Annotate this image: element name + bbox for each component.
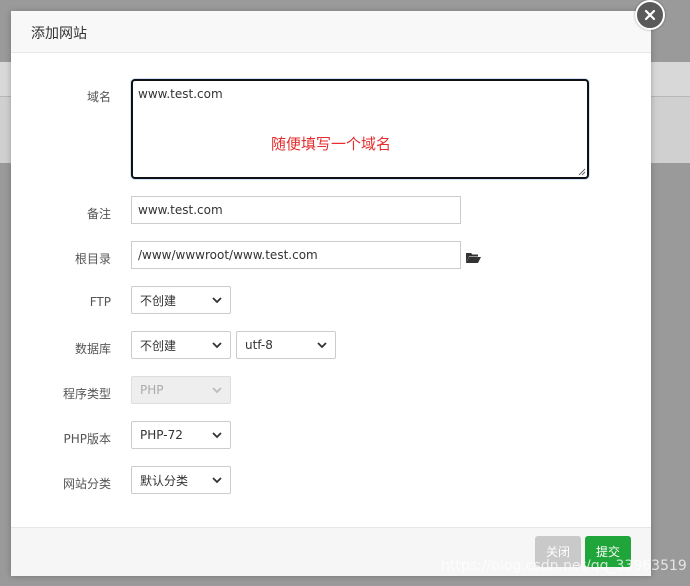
charset-selected: utf-8 [245, 338, 273, 352]
site-category-label: 网站分类 [62, 477, 111, 491]
remark-label: 备注 [86, 207, 111, 221]
charset-select[interactable]: utf-8 [236, 331, 336, 359]
program-type-selected: PHP [140, 383, 164, 397]
database-label: 数据库 [74, 342, 111, 356]
chevron-down-icon [212, 387, 222, 394]
dialog-title: 添加网站 [31, 26, 87, 42]
chevron-down-icon [212, 477, 222, 484]
php-version-select[interactable]: PHP-72 [131, 421, 231, 449]
chevron-down-icon [212, 297, 222, 304]
php-version-selected: PHP-72 [140, 428, 183, 442]
site-category-select[interactable]: 默认分类 [131, 466, 231, 494]
database-selected: 不创建 [140, 338, 177, 353]
watermark-text: https://blog.csdn.net/qq_33963519 [441, 558, 687, 574]
program-type-select: PHP [131, 376, 231, 404]
close-icon-glyph [644, 9, 656, 21]
program-type-label: 程序类型 [62, 387, 111, 401]
domain-label: 域名 [86, 90, 111, 104]
root-dir-value: /www/wwwroot/www.test.com [138, 248, 318, 262]
root-dir-input[interactable]: /www/wwwroot/www.test.com [131, 241, 461, 269]
chevron-down-icon [212, 432, 222, 439]
domain-value: www.test.com [138, 87, 223, 101]
chevron-down-icon [317, 342, 327, 349]
database-select[interactable]: 不创建 [131, 331, 231, 359]
remark-input[interactable]: www.test.com [131, 196, 461, 224]
domain-hint-annotation: 随便填写一个域名 [271, 135, 392, 153]
add-site-dialog: 添加网站 域名 www.test.com 随便填写一个域名 备注 www.tes… [11, 11, 651, 576]
root-dir-label: 根目录 [74, 252, 111, 266]
dialog-header: 添加网站 [11, 11, 651, 53]
chevron-down-icon [212, 342, 222, 349]
domain-textarea[interactable]: www.test.com 随便填写一个域名 [131, 79, 589, 179]
folder-open-icon[interactable] [465, 251, 481, 265]
remark-value: www.test.com [138, 203, 223, 217]
ftp-select[interactable]: 不创建 [131, 286, 231, 314]
ftp-label: FTP [89, 295, 111, 309]
site-category-selected: 默认分类 [140, 473, 189, 488]
ftp-selected: 不创建 [140, 293, 177, 308]
resize-grip-icon[interactable] [578, 168, 586, 176]
close-icon[interactable] [635, 0, 665, 30]
php-version-label: PHP版本 [63, 432, 112, 446]
